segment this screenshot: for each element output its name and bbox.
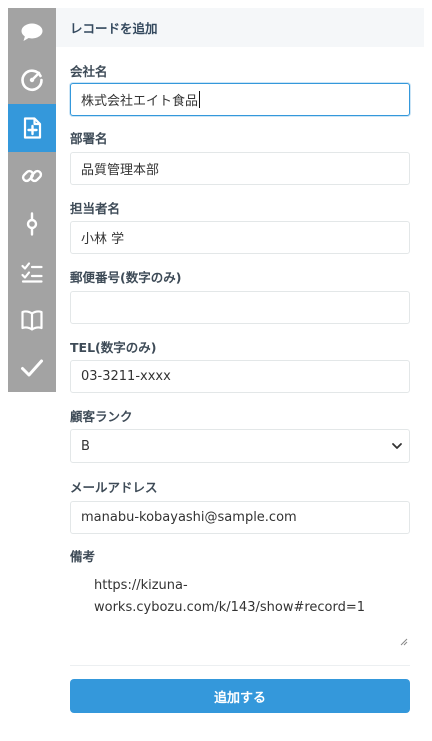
contact-input[interactable]: 小林 学 (70, 221, 410, 254)
tel-input[interactable]: 03-3211-xxxx (70, 360, 410, 393)
notes-label: 備考 (70, 549, 96, 564)
sidebar (8, 8, 56, 392)
company-input[interactable]: 株式会社エイト食品 (70, 83, 410, 116)
sidebar-item-approval[interactable] (8, 344, 56, 392)
rank-value: B (81, 438, 90, 454)
department-label: 部署名 (70, 131, 108, 146)
notes-textarea[interactable]: https://kizuna-works.cybozu.com/k/143/sh… (70, 567, 410, 649)
check-icon (21, 359, 43, 377)
commit-icon (26, 212, 38, 236)
add-record-button[interactable]: 追加する (70, 679, 410, 713)
department-input[interactable]: 品質管理本部 (70, 152, 410, 185)
add-document-icon (23, 117, 42, 139)
sidebar-item-checklist[interactable] (8, 248, 56, 296)
sidebar-item-comments[interactable] (8, 8, 56, 56)
book-icon (21, 310, 43, 331)
link-icon (21, 169, 43, 183)
email-input[interactable]: manabu-kobayashi@sample.com (70, 501, 410, 534)
sidebar-item-add-record[interactable] (8, 104, 56, 152)
chevron-down-icon (392, 443, 402, 449)
company-label: 会社名 (70, 64, 108, 79)
email-label: メールアドレス (70, 480, 158, 495)
add-record-panel: レコードを追加 会社名 株式会社エイト食品 部署名 品質管理本部 担当者名 小林… (56, 8, 424, 741)
tel-label: TEL(数字のみ) (70, 340, 157, 355)
tel-value: 03-3211-xxxx (81, 369, 171, 384)
gauge-icon (21, 69, 43, 92)
resize-grip-icon[interactable] (400, 638, 408, 646)
rank-select[interactable]: B (70, 429, 410, 463)
form-divider (70, 665, 410, 666)
department-value: 品質管理本部 (81, 163, 160, 178)
contact-label: 担当者名 (70, 201, 121, 216)
postal-input[interactable] (70, 291, 410, 324)
speech-bubble-icon (21, 23, 43, 41)
sidebar-item-dashboard[interactable] (8, 56, 56, 104)
email-value: manabu-kobayashi@sample.com (81, 510, 297, 525)
sidebar-item-history[interactable] (8, 200, 56, 248)
text-caret (199, 91, 201, 108)
postal-label: 郵便番号(数字のみ) (70, 270, 182, 285)
panel-title: レコードを追加 (56, 8, 424, 47)
contact-value: 小林 学 (81, 232, 125, 247)
company-value: 株式会社エイト食品 (81, 94, 199, 109)
sidebar-item-links[interactable] (8, 152, 56, 200)
sidebar-item-guide[interactable] (8, 296, 56, 344)
rank-label: 顧客ランク (70, 409, 133, 424)
checklist-icon (21, 262, 43, 283)
notes-value: https://kizuna-works.cybozu.com/k/143/sh… (94, 578, 366, 615)
